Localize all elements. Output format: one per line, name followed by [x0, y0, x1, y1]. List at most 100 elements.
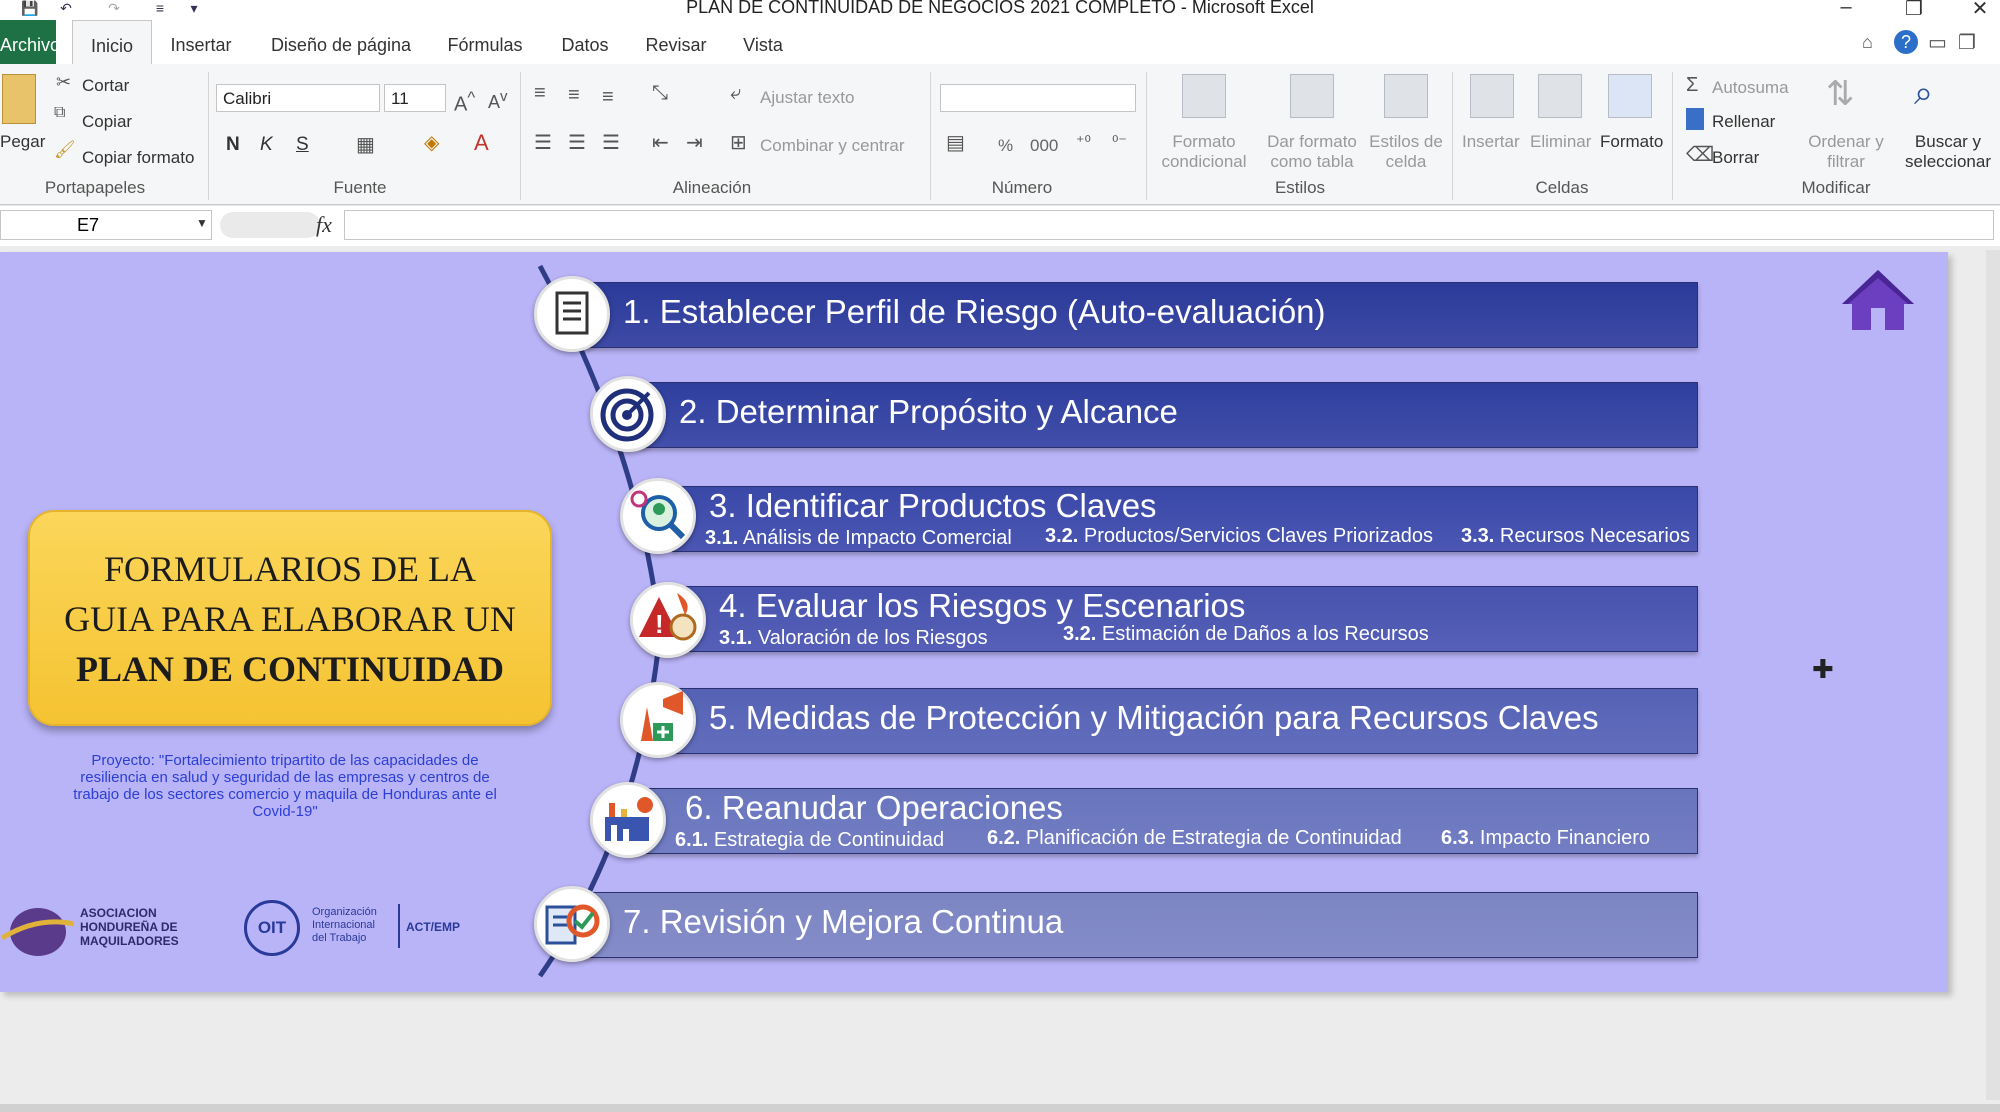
step-5-icon-circle[interactable] — [620, 682, 696, 758]
help-icon[interactable]: ? — [1894, 30, 1918, 54]
shrink-font-icon[interactable]: Av — [488, 88, 508, 113]
currency-icon[interactable]: ▤ — [946, 130, 965, 155]
step-7-icon-circle[interactable] — [534, 886, 610, 962]
cut-button[interactable]: Cortar — [82, 76, 129, 96]
copy-button[interactable]: Copiar — [82, 112, 132, 132]
percent-button[interactable]: % — [998, 136, 1013, 156]
insert-function-icon[interactable]: fx — [316, 212, 332, 238]
step-6-icon-circle[interactable] — [590, 782, 666, 858]
underline-button[interactable]: S — [296, 134, 309, 156]
grow-font-icon[interactable]: A^ — [454, 88, 475, 117]
increase-decimal-icon[interactable]: ⁺⁰ — [1076, 132, 1091, 152]
number-format-combo[interactable] — [940, 84, 1136, 112]
step-2-icon-circle[interactable] — [590, 376, 666, 452]
formula-input[interactable] — [344, 210, 1994, 240]
clear-button[interactable]: Borrar — [1712, 148, 1759, 168]
format-cells-icon[interactable] — [1608, 74, 1652, 118]
tab-formulas[interactable]: Fórmulas — [440, 20, 530, 64]
ribbon-collapse-icon[interactable]: ⌂ — [1862, 32, 1873, 53]
sigma-icon[interactable]: Σ — [1686, 74, 1698, 97]
conditional-format-icon[interactable] — [1182, 74, 1226, 118]
autosum-button[interactable]: Autosuma — [1712, 78, 1789, 98]
sort-filter-button[interactable]: Ordenar y filtrar — [1808, 132, 1884, 172]
align-center-icon[interactable]: ☰ — [568, 130, 586, 155]
tab-vista[interactable]: Vista — [734, 20, 792, 64]
find-select-button[interactable]: Buscar y seleccionar — [1896, 132, 2000, 172]
format-as-table-icon[interactable] — [1290, 74, 1334, 118]
orientation-icon[interactable]: ⤡ — [652, 82, 668, 105]
step-5-bar[interactable]: 5. Medidas de Protección y Mitigación pa… — [672, 688, 1698, 754]
step-3-icon-circle[interactable] — [620, 478, 696, 554]
step-4-bar[interactable]: 4. Evaluar los Riesgos y Escenarios 3.1.… — [682, 586, 1698, 652]
cell-styles-icon[interactable] — [1384, 74, 1428, 118]
step-4-title: 4. Evaluar los Riesgos y Escenarios — [719, 587, 1246, 624]
insert-cells-icon[interactable] — [1470, 74, 1514, 118]
step-1-icon-circle[interactable] — [534, 276, 610, 352]
step-4-sub-1-num: 3.1. — [719, 627, 753, 649]
tab-inicio[interactable]: Inicio — [72, 20, 152, 65]
format-cells-button[interactable]: Formato — [1600, 132, 1663, 152]
separator — [930, 72, 931, 200]
minimize-icon[interactable]: – — [1826, 0, 1866, 18]
workbook-restore-icon[interactable]: ❐ — [1958, 30, 1976, 55]
fill-button[interactable]: Rellenar — [1712, 112, 1775, 132]
name-box[interactable]: E7 — [0, 210, 212, 240]
bold-button[interactable]: N — [226, 134, 240, 156]
decrease-decimal-icon[interactable]: ⁰⁻ — [1112, 132, 1127, 152]
wrap-text-button[interactable]: Ajustar texto — [760, 88, 855, 108]
close-icon[interactable]: ✕ — [1960, 0, 2000, 20]
font-color-button[interactable]: A — [474, 130, 489, 156]
vertical-scrollbar[interactable] — [1986, 250, 2000, 1100]
paste-icon[interactable] — [2, 74, 36, 124]
workbook-minimize-icon[interactable]: ▭ — [1928, 30, 1947, 55]
step-6-bar[interactable]: 6. Reanudar Operaciones 6.1. Estrategia … — [634, 788, 1698, 854]
italic-button[interactable]: K — [260, 134, 273, 156]
tab-datos[interactable]: Datos — [550, 20, 620, 64]
brush-icon[interactable]: 🖌 — [54, 140, 76, 160]
cell-styles-button[interactable]: Estilos de celda — [1366, 132, 1446, 172]
delete-cells-icon[interactable] — [1538, 74, 1582, 118]
step-6-sub-2: 6.2. Planificación de Estrategia de Cont… — [987, 827, 1402, 850]
merge-center-button[interactable]: Combinar y centrar — [760, 136, 905, 156]
fill-color-icon[interactable]: ◈ — [424, 130, 439, 155]
home-icon[interactable] — [1838, 266, 1918, 334]
eraser-icon[interactable]: ⌫ — [1686, 142, 1714, 167]
conditional-format-button[interactable]: Formato condicional — [1154, 132, 1254, 172]
binoculars-icon[interactable]: ⌕ — [1914, 74, 1933, 113]
tab-revisar[interactable]: Revisar — [638, 20, 714, 64]
tab-diseno-de-pagina[interactable]: Diseño de página — [262, 20, 420, 64]
tab-insertar[interactable]: Insertar — [160, 20, 242, 64]
increase-indent-icon[interactable]: ⇥ — [686, 130, 703, 155]
step-3-bar[interactable]: 3. Identificar Productos Claves 3.1. Aná… — [672, 486, 1698, 552]
sort-filter-icon[interactable]: ⇅ — [1826, 74, 1855, 114]
thousands-button[interactable]: 000 — [1030, 136, 1058, 156]
borders-icon[interactable]: ▦ — [356, 132, 375, 157]
align-bottom-icon[interactable]: ≡ — [602, 86, 614, 109]
tab-archivo[interactable]: Archivo — [0, 20, 60, 64]
restore-icon[interactable]: ❐ — [1894, 0, 1934, 20]
align-left-icon[interactable]: ☰ — [534, 130, 552, 155]
step-7-bar[interactable]: 7. Revisión y Mejora Continua — [584, 892, 1698, 958]
step-2-bar[interactable]: 2. Determinar Propósito y Alcance — [640, 382, 1698, 448]
scissors-icon[interactable]: ✂ — [56, 72, 71, 93]
name-box-dropdown-icon[interactable]: ▼ — [196, 216, 208, 230]
align-right-icon[interactable]: ☰ — [602, 130, 620, 155]
step-2-title: 2. Determinar Propósito y Alcance — [679, 393, 1178, 430]
format-painter-button[interactable]: Copiar formato — [82, 148, 194, 168]
font-size-combo[interactable]: 11 — [384, 84, 446, 112]
copy-icon[interactable]: ⧉ — [54, 104, 65, 122]
align-top-icon[interactable]: ≡ — [534, 82, 546, 105]
decrease-indent-icon[interactable]: ⇤ — [652, 130, 669, 155]
merge-center-icon[interactable]: ⊞ — [730, 130, 747, 155]
font-name-combo[interactable]: Calibri — [216, 84, 380, 112]
step-4-icon-circle[interactable]: ! — [630, 582, 706, 658]
align-middle-icon[interactable]: ≡ — [568, 84, 580, 107]
fill-down-icon[interactable] — [1686, 108, 1704, 130]
sheet-tabs-strip[interactable] — [0, 1104, 2000, 1112]
paste-button[interactable]: Pegar — [0, 132, 45, 152]
format-as-table-button[interactable]: Dar formato como tabla — [1262, 132, 1362, 172]
insert-cells-button[interactable]: Insertar — [1462, 132, 1520, 152]
delete-cells-button[interactable]: Eliminar — [1530, 132, 1591, 152]
step-1-bar[interactable]: 1. Establecer Perfil de Riesgo (Auto-eva… — [584, 282, 1698, 348]
wrap-text-icon[interactable]: ⤶ — [730, 82, 741, 105]
